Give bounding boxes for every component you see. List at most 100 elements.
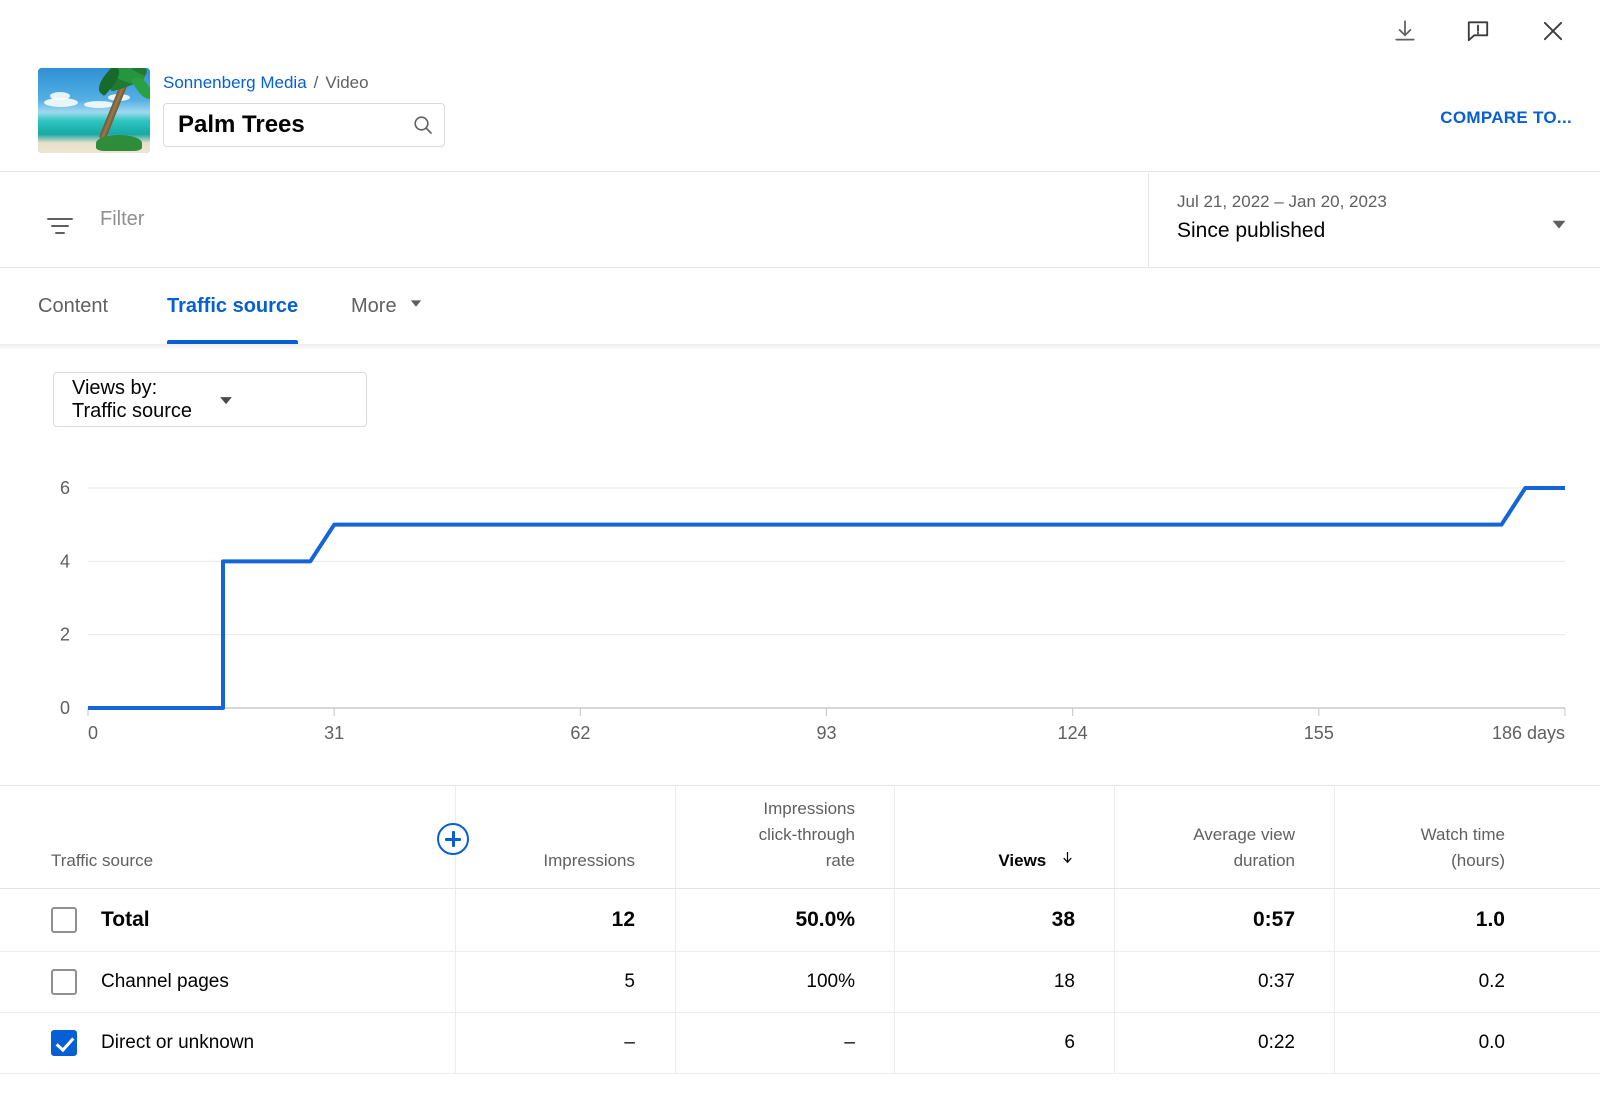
column-header-watch-time[interactable]: Watch time (hours): [1360, 822, 1505, 874]
chart-metric-dropdown[interactable]: Views by: Traffic source: [53, 372, 367, 427]
row-checkbox[interactable]: [51, 969, 77, 995]
ctr-label-line1: Impressions: [700, 796, 855, 822]
column-header-views[interactable]: Views: [920, 848, 1075, 874]
add-column-icon[interactable]: [437, 823, 469, 855]
thumbnail-cloud: [84, 101, 114, 108]
filter-icon[interactable]: [42, 208, 78, 244]
column-divider: [894, 1013, 895, 1073]
date-range-text: Jul 21, 2022 – Jan 20, 2023: [1177, 192, 1387, 212]
column-divider: [1114, 952, 1115, 1012]
cell-impressions-ctr: –: [700, 1032, 855, 1054]
arrow-down-icon: [1060, 848, 1075, 874]
column-divider: [675, 889, 676, 951]
views-line-chart: 0 2 4 6 0 31 62 93 124 155 186 days: [0, 455, 1600, 785]
cell-impressions: 12: [495, 908, 635, 932]
date-range-selector[interactable]: Jul 21, 2022 – Jan 20, 2023 Since publis…: [1148, 173, 1600, 268]
avd-label-line1: Average view: [1140, 822, 1295, 848]
tab-more[interactable]: More: [351, 268, 425, 344]
x-axis-tick-label: 93: [816, 723, 836, 743]
thumbnail-foliage: [96, 135, 142, 151]
tab-more-label: More: [351, 295, 397, 318]
column-divider: [894, 786, 895, 888]
cell-views: 18: [920, 971, 1075, 993]
column-divider: [455, 889, 456, 951]
column-header-views-label: Views: [998, 851, 1046, 870]
cell-impressions-ctr: 100%: [700, 971, 855, 993]
tab-content[interactable]: Content: [38, 268, 108, 344]
chevron-down-icon: [1548, 213, 1570, 240]
cell-average-view-duration: 0:22: [1140, 1032, 1295, 1054]
date-preset-text: Since published: [1177, 219, 1325, 243]
column-divider: [1334, 952, 1335, 1012]
column-divider: [1114, 889, 1115, 951]
column-divider: [455, 952, 456, 1012]
x-axis-tick-label: 0: [88, 723, 98, 743]
column-divider: [1334, 786, 1335, 888]
compare-to-button[interactable]: COMPARE TO...: [1440, 108, 1572, 128]
column-divider: [1114, 1013, 1115, 1073]
traffic-source-table: Traffic source Impressions Impressions c…: [0, 785, 1600, 1074]
ctr-label-line3: rate: [700, 848, 855, 874]
breadcrumb-channel-link[interactable]: Sonnenberg Media: [163, 73, 307, 92]
x-axis-tick-label: 62: [570, 723, 590, 743]
search-input[interactable]: [164, 111, 402, 139]
cell-watch-time: 1.0: [1360, 908, 1505, 932]
breadcrumb-separator: /: [314, 73, 319, 92]
chevron-down-icon: [407, 294, 425, 318]
page-header: Sonnenberg Media/Video COMPARE TO...: [0, 0, 1600, 172]
cell-watch-time: 0.0: [1360, 1032, 1505, 1054]
row-label: Direct or unknown: [101, 1032, 254, 1054]
column-divider: [455, 1013, 456, 1073]
column-divider: [894, 952, 895, 1012]
table-body: Total1250.0%380:571.0Channel pages5100%1…: [0, 889, 1600, 1074]
video-search-box[interactable]: [163, 103, 445, 147]
breadcrumb: Sonnenberg Media/Video: [163, 72, 369, 94]
tab-bar: Content Traffic source More: [0, 268, 1600, 344]
cell-average-view-duration: 0:37: [1140, 971, 1295, 993]
table-row[interactable]: Channel pages 5 100% 18 0:37 0.2: [0, 952, 1600, 1013]
watch-label-line2: (hours): [1360, 848, 1505, 874]
y-axis-tick-label: 4: [60, 551, 70, 571]
tab-bar-shadow: [0, 344, 1600, 350]
column-divider: [1334, 889, 1335, 951]
y-axis-tick-label: 0: [60, 698, 70, 718]
watch-label-line1: Watch time: [1360, 822, 1505, 848]
tab-content-label: Content: [38, 295, 108, 318]
cell-views: 38: [920, 908, 1075, 932]
column-header-impressions[interactable]: Impressions: [495, 848, 635, 874]
column-divider: [675, 952, 676, 1012]
chart-metric-label: Views by: Traffic source: [54, 377, 198, 423]
filter-input[interactable]: Filter: [100, 208, 144, 231]
row-label: Channel pages: [101, 971, 229, 993]
y-axis-tick-label: 2: [60, 625, 70, 645]
column-header-traffic-source[interactable]: Traffic source: [51, 848, 153, 874]
x-axis-tick-label: 186 days: [1492, 723, 1565, 743]
cell-impressions: –: [495, 1032, 635, 1054]
column-header-average-view-duration[interactable]: Average view duration: [1140, 822, 1295, 874]
chart-plot-area: 0 2 4 6 0 31 62 93 124 155 186 days: [0, 455, 1600, 785]
chart-line-direct-or-unknown: [88, 488, 1565, 708]
table-row[interactable]: Total1250.0%380:571.0: [0, 889, 1600, 952]
x-axis-tick-label: 31: [324, 723, 344, 743]
tab-traffic-source[interactable]: Traffic source: [167, 268, 298, 344]
column-header-impressions-ctr[interactable]: Impressions click-through rate: [700, 796, 855, 874]
thumbnail-cloud: [50, 92, 70, 100]
cell-impressions: 5: [495, 971, 635, 993]
x-axis-tick-label: 155: [1304, 723, 1334, 743]
video-thumbnail: [38, 68, 150, 153]
chevron-down-icon: [198, 390, 366, 410]
row-checkbox[interactable]: [51, 1030, 77, 1056]
column-divider: [894, 889, 895, 951]
column-divider: [675, 786, 676, 888]
cell-impressions-ctr: 50.0%: [700, 908, 855, 932]
table-header-row: Traffic source Impressions Impressions c…: [0, 785, 1600, 889]
row-checkbox[interactable]: [51, 907, 77, 933]
search-icon[interactable]: [402, 113, 444, 137]
avd-label-line2: duration: [1140, 848, 1295, 874]
column-divider: [675, 1013, 676, 1073]
column-divider: [1114, 786, 1115, 888]
cell-watch-time: 0.2: [1360, 971, 1505, 993]
y-axis-tick-label: 6: [60, 478, 70, 498]
table-row[interactable]: Direct or unknown––60:220.0: [0, 1013, 1600, 1074]
x-axis-tick-label: 124: [1058, 723, 1088, 743]
